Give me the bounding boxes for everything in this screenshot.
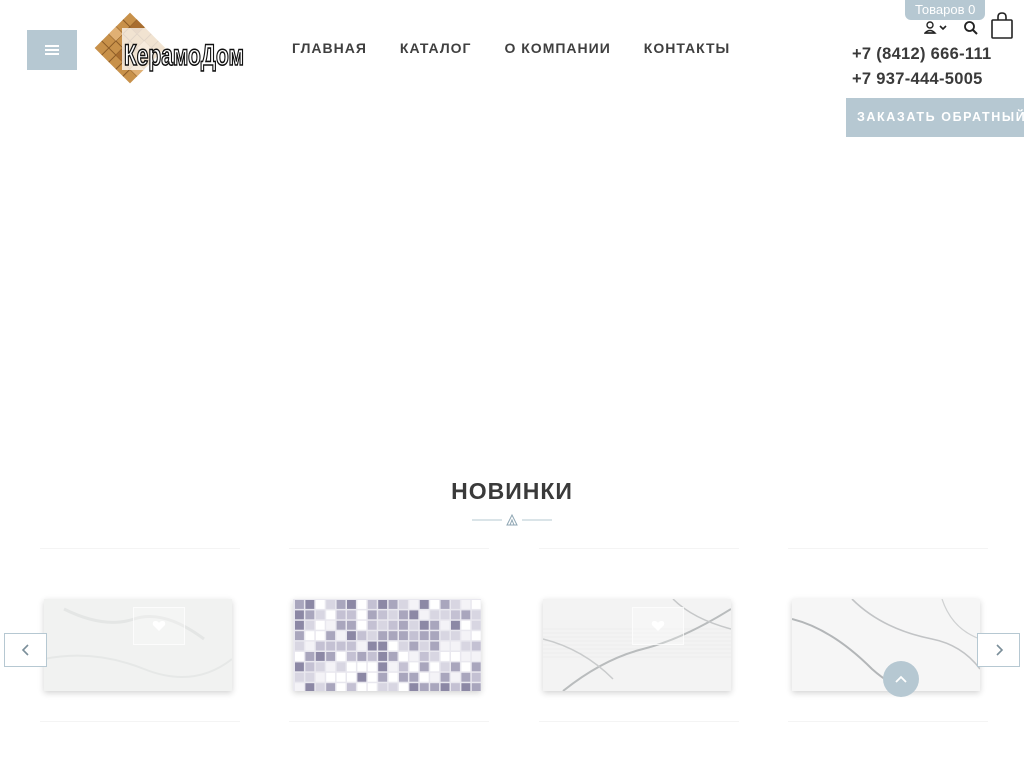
nav-home[interactable]: ГЛАВНАЯ	[292, 40, 367, 56]
user-icon[interactable]	[924, 20, 950, 36]
shopping-bag-icon[interactable]	[990, 12, 1014, 40]
page: КерамоДом ГЛАВНАЯ КАТАЛОГ О КОМПАНИИ КОН…	[0, 0, 1024, 768]
nav-contacts[interactable]: КОНТАКТЫ	[644, 40, 730, 56]
title-divider	[472, 513, 552, 526]
favorite-button[interactable]	[133, 607, 185, 645]
chevron-right-icon	[995, 644, 1003, 656]
callback-button[interactable]: ЗАКАЗАТЬ ОБРАТНЫЙ ЗВОНОК	[846, 98, 1024, 137]
chevron-up-icon	[895, 675, 907, 683]
section-title: НОВИНКИ	[451, 478, 573, 504]
scroll-top-button[interactable]	[883, 661, 919, 697]
product-image[interactable]	[293, 599, 481, 691]
carousel-prev-button[interactable]	[4, 633, 47, 667]
nav-about[interactable]: О КОМПАНИИ	[504, 40, 610, 56]
menu-button[interactable]	[27, 30, 77, 70]
main-nav: ГЛАВНАЯ КАТАЛОГ О КОМПАНИИ КОНТАКТЫ	[292, 40, 763, 56]
carousel-next-button[interactable]	[977, 633, 1020, 667]
new-products-carousel	[0, 548, 1024, 723]
phone-list: +7 (8412) 666-111 +7 937-444-5005	[852, 42, 992, 92]
chevron-left-icon	[21, 644, 29, 656]
favorite-button[interactable]	[632, 607, 684, 645]
nav-catalog[interactable]: КАТАЛОГ	[400, 40, 472, 56]
logo-text: КерамоДом	[124, 39, 244, 72]
phone-secondary[interactable]: +7 937-444-5005	[852, 67, 992, 92]
heart-icon	[651, 621, 665, 631]
cart-count-badge[interactable]: Товаров 0	[905, 0, 986, 20]
heart-icon	[152, 621, 166, 631]
product-card[interactable]	[788, 548, 988, 722]
product-card[interactable]	[289, 548, 489, 722]
search-icon[interactable]	[963, 20, 979, 36]
product-card[interactable]	[539, 548, 739, 722]
phone-primary[interactable]: +7 (8412) 666-111	[852, 42, 992, 67]
product-card[interactable]	[40, 548, 240, 722]
hamburger-icon	[45, 43, 59, 57]
logo[interactable]: КерамоДом	[92, 10, 247, 86]
